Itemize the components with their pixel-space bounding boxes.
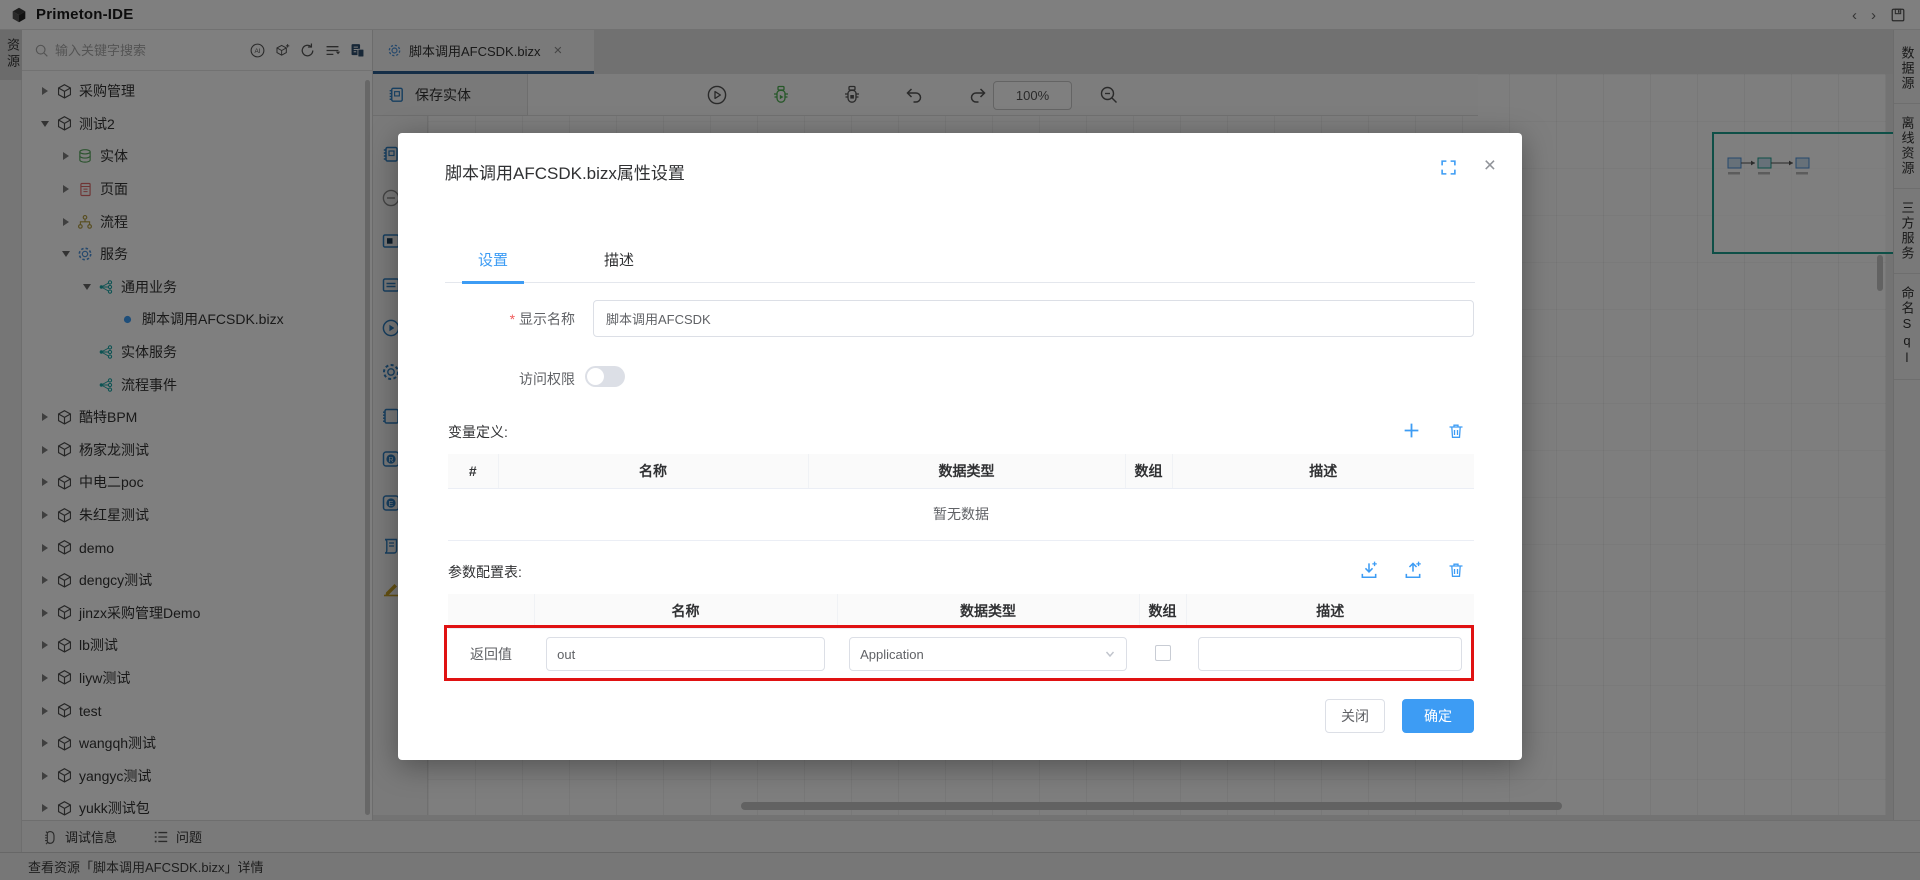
dialog-title: 脚本调用AFCSDK.bizx属性设置 — [445, 159, 685, 184]
close-icon[interactable]: × — [1484, 155, 1496, 176]
param-desc-input[interactable] — [1198, 637, 1463, 671]
param-type-value: Application — [860, 647, 924, 662]
export-params-icon[interactable] — [1403, 560, 1423, 580]
properties-dialog: 脚本调用AFCSDK.bizx属性设置 × 设置 描述 显示名称 访问权限 变量… — [398, 133, 1522, 760]
toggle-knob — [587, 368, 604, 385]
param-array-checkbox[interactable] — [1155, 645, 1171, 661]
close-button[interactable]: 关闭 — [1325, 699, 1385, 733]
variables-empty-text: 暂无数据 — [448, 488, 1474, 540]
params-col-array: 数组 — [1139, 594, 1186, 628]
params-table: 名称 数据类型 数组 描述 返回值 Application — [448, 594, 1474, 681]
variables-col-type: 数据类型 — [808, 454, 1125, 488]
variables-col-index: # — [448, 454, 498, 488]
confirm-button[interactable]: 确定 — [1402, 699, 1474, 733]
variables-col-name: 名称 — [498, 454, 808, 488]
variables-table: # 名称 数据类型 数组 描述 暂无数据 — [448, 454, 1474, 541]
access-label: 访问权限 — [445, 369, 575, 389]
primeton-ide-window: Primeton-IDE ‹ › 资源 AI 采购管理测试 — [0, 0, 1920, 880]
params-col-blank — [448, 594, 534, 628]
variables-section-label: 变量定义: — [448, 422, 508, 442]
dialog-tabs: 设置 描述 — [445, 243, 1475, 283]
params-col-desc: 描述 — [1186, 594, 1474, 628]
display-name-label: 显示名称 — [445, 309, 575, 329]
variables-col-array: 数组 — [1125, 454, 1172, 488]
param-type-select[interactable]: Application — [849, 637, 1127, 671]
params-col-type: 数据类型 — [837, 594, 1139, 628]
param-row-label: 返回值 — [448, 628, 534, 680]
access-toggle[interactable] — [585, 366, 625, 387]
delete-param-icon[interactable] — [1447, 561, 1465, 579]
tab-settings[interactable]: 设置 — [462, 243, 524, 283]
params-col-name: 名称 — [534, 594, 837, 628]
add-variable-icon[interactable] — [1402, 421, 1421, 440]
tab-description[interactable]: 描述 — [588, 243, 650, 283]
chevron-down-icon — [1104, 648, 1116, 660]
display-name-input[interactable] — [593, 300, 1474, 337]
variables-col-desc: 描述 — [1172, 454, 1474, 488]
fullscreen-icon[interactable] — [1440, 159, 1457, 176]
param-row-return-value: 返回值 Application — [448, 628, 1474, 680]
params-section-label: 参数配置表: — [448, 562, 522, 582]
import-params-icon[interactable] — [1359, 560, 1379, 580]
delete-variable-icon[interactable] — [1447, 422, 1465, 440]
param-name-input[interactable] — [546, 637, 825, 671]
